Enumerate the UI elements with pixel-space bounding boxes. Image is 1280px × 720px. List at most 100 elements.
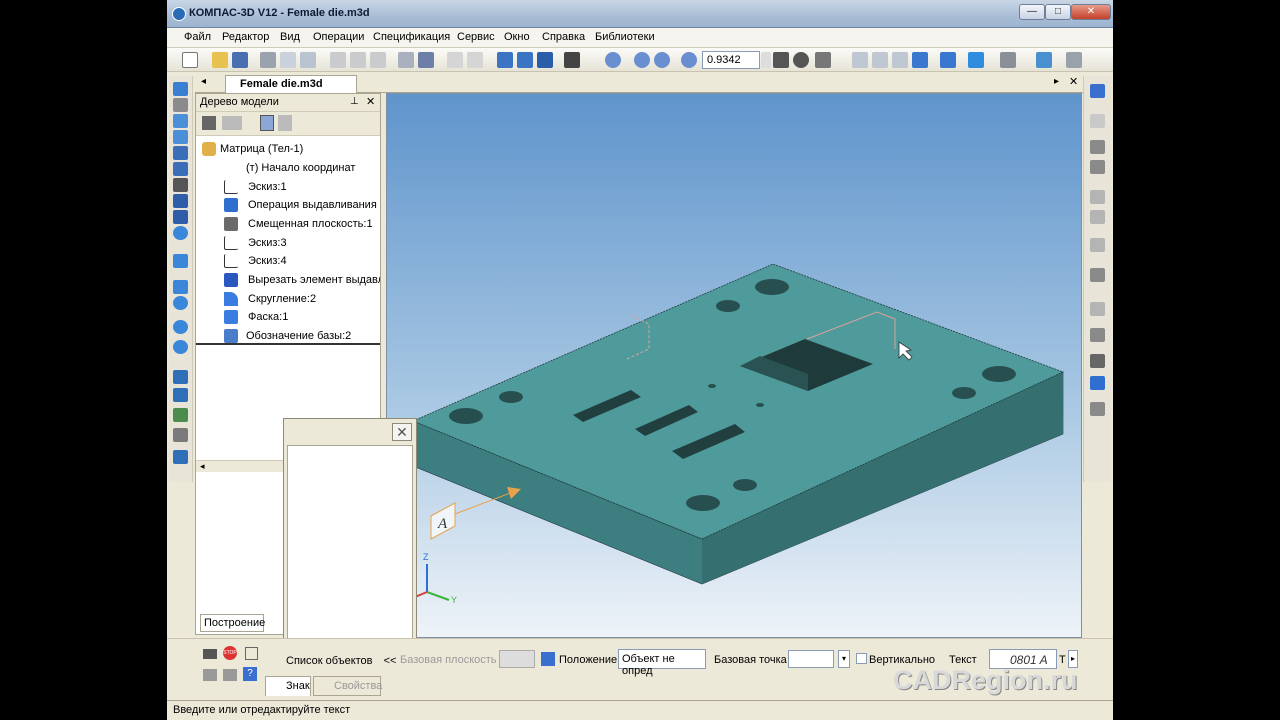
zoom-window-icon[interactable] <box>605 52 621 68</box>
object-undefined-field[interactable]: Объект не опред <box>618 649 706 677</box>
tree-item-sketch-3[interactable]: Эскиз:3 <box>196 234 380 252</box>
dimension-icon[interactable] <box>173 388 188 402</box>
format-painter-icon[interactable] <box>398 52 414 68</box>
array-icon[interactable] <box>173 130 188 144</box>
sheet-metal-icon[interactable] <box>173 226 188 240</box>
pin-icon[interactable]: ⊥ <box>350 96 359 107</box>
print-icon[interactable] <box>260 52 276 68</box>
measure-icon[interactable] <box>173 162 188 176</box>
base-point-dropdown-icon[interactable]: ▾ <box>838 650 850 668</box>
dialog-close-icon[interactable]: ✕ <box>392 423 412 441</box>
zoom-in-icon[interactable] <box>634 52 650 68</box>
copy-icon[interactable] <box>350 52 366 68</box>
snap-icon[interactable] <box>1036 52 1052 68</box>
redo-icon[interactable] <box>467 52 483 68</box>
tabs-right-arrow-icon[interactable]: ▸ <box>1054 76 1059 87</box>
tool-icon-4[interactable] <box>1090 160 1105 174</box>
minimize-button[interactable]: — <box>1019 4 1045 20</box>
tree-view-icon[interactable] <box>260 115 274 131</box>
filter-icon[interactable] <box>1000 52 1016 68</box>
menu-specification[interactable]: Спецификация <box>373 31 450 43</box>
menu-service[interactable]: Сервис <box>457 31 495 43</box>
print-preview-icon[interactable] <box>280 52 296 68</box>
tree-sort-icon[interactable] <box>278 115 292 131</box>
tree-item-origin[interactable]: (т) Начало координат <box>196 159 380 177</box>
perspective-icon[interactable] <box>968 52 984 68</box>
elements-icon[interactable] <box>173 210 188 224</box>
tree-item-cut-extrude[interactable]: Вырезать элемент выдавл <box>196 271 380 289</box>
menu-view[interactable]: Вид <box>280 31 300 43</box>
object-list-button[interactable]: Список объектов << <box>286 655 396 667</box>
tool-icon-9[interactable] <box>1090 302 1105 316</box>
edit-part-icon[interactable] <box>173 82 188 96</box>
annotation-icon[interactable] <box>173 408 188 422</box>
library-manager-icon[interactable] <box>418 52 434 68</box>
tab-close-icon[interactable]: ✕ <box>1069 75 1078 88</box>
edit-icon[interactable] <box>1090 84 1105 98</box>
model-tree-icon[interactable] <box>497 52 513 68</box>
tool-icon-8[interactable] <box>1090 268 1105 282</box>
mold-icon[interactable] <box>173 280 188 294</box>
tree-item-chamfer[interactable]: Фаска:1 <box>196 308 380 326</box>
orientation-icon[interactable] <box>815 52 831 68</box>
close-button[interactable]: ✕ <box>1071 4 1111 20</box>
curves-icon[interactable] <box>173 98 188 112</box>
cut-icon[interactable] <box>330 52 346 68</box>
back-icon[interactable] <box>223 669 237 681</box>
properties-icon[interactable] <box>300 52 316 68</box>
tree-item-fillet[interactable]: Скругление:2 <box>196 290 380 308</box>
base-plane-field[interactable] <box>499 650 535 668</box>
tab-sign[interactable]: Знак <box>265 676 311 696</box>
wireframe-icon[interactable] <box>852 52 868 68</box>
halftone-edges-icon[interactable] <box>940 52 956 68</box>
surfaces-icon[interactable] <box>173 114 188 128</box>
datum-tool-icon[interactable] <box>173 450 188 464</box>
tree-item-part[interactable]: Матрица (Тел-1) <box>196 140 380 158</box>
tool-icon-12[interactable] <box>1090 376 1105 390</box>
cosmetic-icon[interactable] <box>173 340 188 354</box>
undo-icon[interactable] <box>447 52 463 68</box>
hidden-lines-icon[interactable] <box>872 52 888 68</box>
tool-icon-10[interactable] <box>1090 328 1105 342</box>
tool-icon-7[interactable] <box>1090 238 1105 252</box>
tree-item-sketch-1[interactable]: Эскиз:1 <box>196 178 380 196</box>
menu-operations[interactable]: Операции <box>313 31 364 43</box>
tree-close-icon[interactable]: ✕ <box>366 95 375 108</box>
tab-build[interactable]: Построение <box>200 614 265 632</box>
zoom-dropdown-icon[interactable] <box>761 52 771 68</box>
tabs-left-arrow-icon[interactable]: ◂ <box>201 76 206 87</box>
model-viewport[interactable]: A Z Y <box>386 93 1082 638</box>
formula-icon[interactable] <box>537 52 553 68</box>
open-file-icon[interactable] <box>212 52 228 68</box>
menu-window[interactable]: Окно <box>504 31 530 43</box>
tab-female-die[interactable]: Female die.m3d <box>225 75 357 93</box>
fit-icon[interactable] <box>245 647 258 660</box>
tree-item-datum[interactable]: Обозначение базы:2 <box>196 327 380 345</box>
thin-lines-icon[interactable] <box>892 52 908 68</box>
scroll-left-icon[interactable]: ◂ <box>200 461 205 472</box>
tab-properties[interactable]: Свойства <box>313 676 382 696</box>
round-icon[interactable] <box>173 296 188 310</box>
variables-icon[interactable] <box>517 52 533 68</box>
check-icon[interactable] <box>173 370 188 384</box>
zoom-out-icon[interactable] <box>654 52 670 68</box>
tree-item-extrude[interactable]: Операция выдавливания <box>196 196 380 214</box>
tool-icon-5[interactable] <box>1090 190 1105 204</box>
zoom-field[interactable]: 0.9342 <box>702 51 760 69</box>
tool-icon-13[interactable] <box>1090 402 1105 416</box>
aux-geometry-icon[interactable] <box>173 146 188 160</box>
base-point-field[interactable] <box>788 650 834 668</box>
reports-icon[interactable] <box>173 194 188 208</box>
vertical-checkbox[interactable] <box>856 653 867 664</box>
menu-help[interactable]: Справка <box>542 31 585 43</box>
menu-file[interactable]: Файл <box>184 31 211 43</box>
tree-filter-icon[interactable] <box>222 116 242 130</box>
tree-item-offset-plane[interactable]: Смещенная плоскость:1 <box>196 215 380 233</box>
new-file-icon[interactable] <box>182 52 198 68</box>
manager-icon[interactable] <box>1066 52 1082 68</box>
save-icon[interactable] <box>232 52 248 68</box>
tree-structure-icon[interactable] <box>202 116 216 130</box>
tool-icon-3[interactable] <box>1090 140 1105 154</box>
hide-icon[interactable] <box>173 254 188 268</box>
tool-icon-2[interactable] <box>1090 114 1105 128</box>
